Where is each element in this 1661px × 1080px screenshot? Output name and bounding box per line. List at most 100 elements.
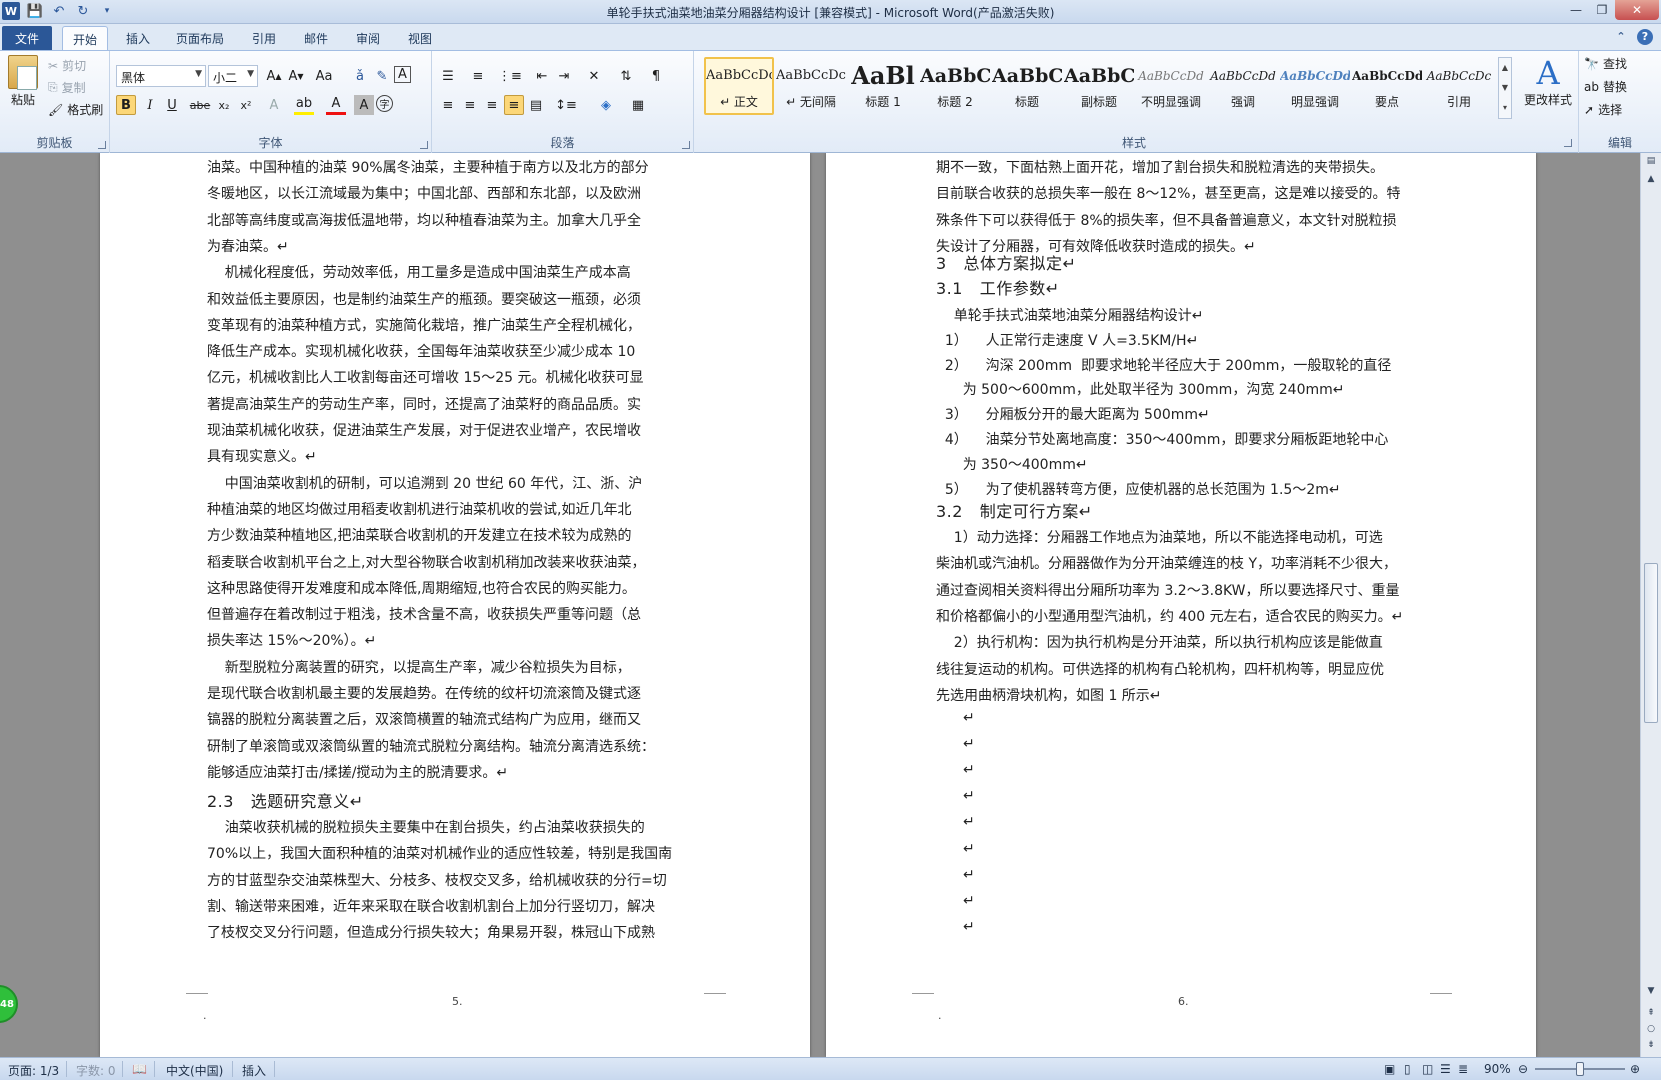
italic-button[interactable]: I [140, 95, 160, 115]
browse-object-icon[interactable]: ○ [1641, 1021, 1661, 1037]
text-line: 4） 油菜分节处离地高度：350～400mm，即要求分厢板距地轮中心 [936, 432, 1389, 448]
font-size-select[interactable]: 小二 ▼ [208, 65, 258, 87]
minimize-button[interactable]: — [1563, 0, 1589, 20]
vertical-scrollbar[interactable]: ▤ ▲ ▼ ⇞ ○ ⇟ [1640, 153, 1661, 1057]
phonetic-guide-icon[interactable]: ǎ [350, 66, 370, 86]
scroll-down-icon[interactable]: ▼ [1641, 983, 1661, 999]
highlight-color-icon[interactable]: ab [294, 95, 314, 115]
previous-page-icon[interactable]: ⇞ [1641, 1005, 1661, 1021]
character-border-icon[interactable]: A [394, 66, 411, 83]
shrink-font-icon[interactable]: A ▼ [286, 66, 306, 86]
shading-icon[interactable]: ◈ [596, 95, 616, 115]
grow-font-icon[interactable]: A ▲ [264, 66, 284, 86]
language-indicator[interactable]: 中文(中国) [166, 1062, 223, 1079]
tab-view[interactable]: 视图 [400, 26, 440, 50]
align-left-icon[interactable]: ≡ [438, 95, 458, 115]
bullets-icon[interactable]: ☰ [438, 66, 458, 86]
subscript-button[interactable]: x₂ [214, 95, 234, 115]
zoom-level[interactable]: 90% [1484, 1062, 1511, 1076]
cut-button[interactable]: ✂ 剪切 [48, 57, 86, 74]
style-quote[interactable]: AaBbCcDc 引用 [1424, 59, 1494, 117]
line-spacing-icon[interactable]: ↕≡ [555, 95, 577, 115]
tab-file[interactable]: 文件 [2, 26, 52, 50]
align-right-icon[interactable]: ≡ [482, 95, 502, 115]
clipboard-launcher[interactable] [98, 141, 106, 149]
styles-launcher[interactable] [1564, 139, 1572, 147]
clear-format-icon[interactable]: ✎ [372, 66, 392, 86]
style-no-spacing[interactable]: AaBbCcDc ↵ 无间隔 [776, 59, 846, 117]
styles-gallery-scroll[interactable]: ▲ ▼ ▾ [1498, 57, 1512, 119]
superscript-button[interactable]: x² [236, 95, 256, 115]
text-effects-icon[interactable]: A [264, 95, 284, 115]
copy-button[interactable]: ⎘ 复制 [48, 79, 86, 96]
show-marks-icon[interactable]: ¶ [646, 66, 666, 86]
increase-indent-icon[interactable]: ⇥ [554, 66, 574, 86]
page-indicator[interactable]: 页面: 1/3 [8, 1062, 59, 1079]
decrease-indent-icon[interactable]: ⇤ [532, 66, 552, 86]
word-count[interactable]: 字数: 0 [76, 1062, 116, 1079]
underline-button[interactable]: U [162, 95, 182, 115]
zoom-in-icon[interactable]: ⊕ [1630, 1062, 1640, 1076]
page-5[interactable]: 油菜。中国种植的油菜 90%属冬油菜，主要种植于南方以及北方的部分 冬暖地区，以长… [100, 153, 810, 1057]
document-area[interactable]: 油菜。中国种植的油菜 90%属冬油菜，主要种植于南方以及北方的部分 冬暖地区，以长… [0, 153, 1640, 1057]
tab-mailings[interactable]: 邮件 [296, 26, 336, 50]
style-heading-2[interactable]: AaBbC 标题 2 [920, 59, 990, 117]
style-emphasis[interactable]: AaBbCcDd 强调 [1208, 59, 1278, 117]
insert-mode-indicator[interactable]: 插入 [242, 1062, 266, 1079]
close-button[interactable]: ✕ [1615, 0, 1659, 20]
tab-references[interactable]: 引用 [244, 26, 284, 50]
style-normal[interactable]: AaBbCcDc ↵ 正文 [704, 57, 774, 115]
find-button[interactable]: 🔭 查找 [1584, 55, 1627, 72]
draft-view-icon[interactable]: ≣ [1458, 1062, 1468, 1076]
minimize-ribbon-icon[interactable]: ⌃ [1613, 29, 1629, 45]
numbering-icon[interactable]: ≡ [468, 66, 488, 86]
chinese-layout-icon[interactable]: ✕ [584, 66, 604, 86]
character-shading-icon[interactable]: A [354, 95, 374, 115]
scroll-up-icon[interactable]: ▲ [1641, 171, 1661, 187]
style-subtitle[interactable]: AaBbC 副标题 [1064, 59, 1134, 117]
bold-button[interactable]: B [116, 95, 136, 115]
font-color-icon[interactable]: A [326, 95, 346, 115]
outline-view-icon[interactable]: ☰ [1440, 1062, 1451, 1076]
proofing-icon[interactable]: 📖 [132, 1062, 147, 1076]
style-subtle-emphasis[interactable]: AaBbCcDd 不明显强调 [1136, 59, 1206, 117]
paste-button[interactable]: 粘贴 [6, 55, 40, 108]
replace-button[interactable]: ab 替换 [1584, 78, 1627, 95]
enclose-characters-icon[interactable]: 字 [376, 95, 393, 112]
tab-home[interactable]: 开始 [62, 26, 108, 50]
select-button[interactable]: ➚ 选择 [1584, 101, 1622, 118]
align-center-icon[interactable]: ≡ [460, 95, 480, 115]
font-family-select[interactable]: 黑体 ▼ [116, 65, 206, 87]
style-strong[interactable]: AaBbCcDd 要点 [1352, 59, 1422, 117]
format-painter-button[interactable]: 🖌 格式刷 [48, 101, 103, 118]
font-launcher[interactable] [420, 141, 428, 149]
tab-review[interactable]: 审阅 [348, 26, 388, 50]
page-6[interactable]: 期不一致，下面枯熟上面开花，增加了割台损失和脱粒清选的夹带损失。 目前联合收获的总… [826, 153, 1536, 1057]
next-page-icon[interactable]: ⇟ [1641, 1037, 1661, 1053]
zoom-out-icon[interactable]: ⊖ [1518, 1062, 1528, 1076]
maximize-button[interactable]: ❐ [1589, 0, 1615, 20]
style-heading-1[interactable]: AaBl 标题 1 [848, 59, 918, 117]
paragraph-launcher[interactable] [682, 141, 690, 149]
multilevel-list-icon[interactable]: ⋮≡ [498, 66, 522, 86]
zoom-slider-thumb[interactable] [1576, 1062, 1584, 1076]
tab-insert[interactable]: 插入 [118, 26, 158, 50]
tab-page-layout[interactable]: 页面布局 [170, 26, 230, 50]
distributed-icon[interactable]: ▤ [526, 95, 546, 115]
sort-icon[interactable]: ⇅ [616, 66, 636, 86]
justify-icon[interactable]: ≡ [504, 95, 524, 115]
style-title[interactable]: AaBbC 标题 [992, 59, 1062, 117]
help-icon[interactable]: ? [1637, 29, 1653, 45]
ruler-toggle-icon[interactable]: ▤ [1641, 153, 1661, 169]
print-layout-view-icon[interactable]: ▣ [1384, 1062, 1395, 1076]
borders-icon[interactable]: ▦ [628, 95, 648, 115]
strikethrough-button[interactable]: abe [190, 95, 211, 115]
scroll-thumb[interactable] [1644, 563, 1658, 723]
full-screen-reading-icon[interactable]: ▯ [1404, 1062, 1411, 1076]
style-intense-emphasis[interactable]: AaBbCcDd 明显强调 [1280, 59, 1350, 117]
text-line: 油菜。中国种植的油菜 90%属冬油菜，主要种植于南方以及北方的部分 [207, 160, 649, 176]
web-layout-icon[interactable]: ◫ [1422, 1062, 1433, 1076]
change-styles-button[interactable]: A 更改样式 [1520, 55, 1576, 108]
change-case-icon[interactable]: Aa [314, 66, 334, 86]
side-badge[interactable]: 48 [0, 985, 18, 1023]
